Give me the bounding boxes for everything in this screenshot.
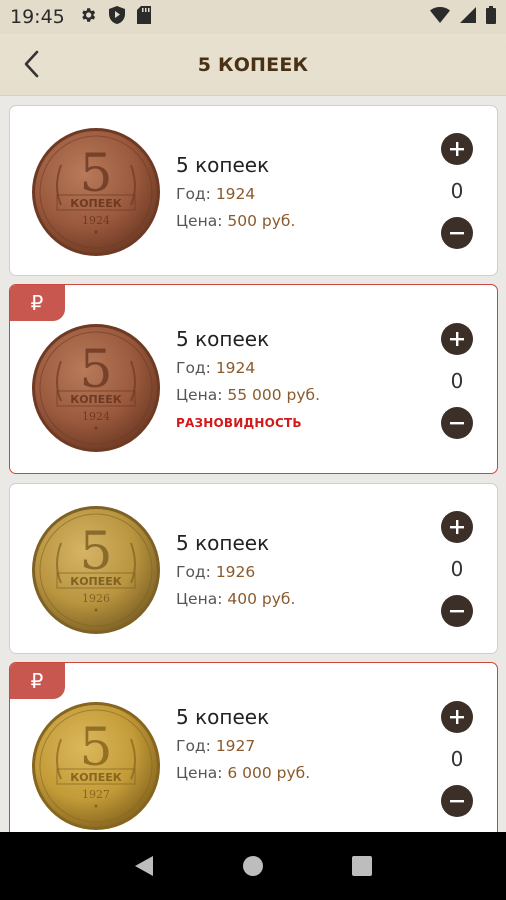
coin-price-line: Цена: 55 000 руб.	[176, 386, 320, 404]
minus-icon	[450, 422, 464, 425]
count-value: 0	[450, 369, 464, 393]
sd-card-icon	[136, 5, 151, 29]
variety-label: РАЗНОВИДНОСТЬ	[176, 416, 302, 430]
decrement-button[interactable]	[441, 595, 473, 627]
triangle-back-icon	[135, 856, 154, 876]
coin-price: 500 руб.	[227, 212, 296, 230]
svg-text:КОПЕЕК: КОПЕЕК	[70, 771, 122, 784]
shield-icon	[108, 5, 125, 29]
coin-price-line: Цена: 6 000 руб.	[176, 764, 310, 782]
coin-year: 1924	[215, 359, 256, 377]
coin-price: 55 000 руб.	[227, 386, 321, 404]
year-label: Год:	[176, 563, 211, 581]
increment-button[interactable]	[441, 511, 473, 543]
coin-image: 5 КОПЕЕК 1924	[32, 128, 160, 256]
count-value: 0	[450, 179, 464, 203]
coin-info: 5 копеек Год: 1926 Цена: 400 руб.	[176, 531, 295, 617]
battery-icon	[486, 5, 496, 29]
coin-name: 5 копеек	[176, 153, 270, 177]
year-label: Год:	[176, 737, 211, 755]
decrement-button[interactable]	[441, 407, 473, 439]
coin-name: 5 копеек	[176, 531, 270, 555]
quantity-stepper: 0	[441, 133, 473, 249]
nav-recents-button[interactable]	[342, 846, 382, 886]
rub-badge: ₽	[10, 285, 65, 321]
coin-price-line: Цена: 400 руб.	[176, 590, 295, 608]
minus-icon	[450, 232, 464, 235]
year-label: Год:	[176, 359, 211, 377]
square-recents-icon	[351, 856, 372, 876]
minus-icon	[450, 610, 464, 613]
quantity-stepper: 0	[441, 323, 473, 439]
price-label: Цена:	[176, 386, 223, 404]
system-nav-bar	[0, 832, 506, 900]
year-label: Год:	[176, 185, 211, 203]
back-button[interactable]	[14, 46, 50, 82]
coin-card[interactable]: ₽ 5 КОПЕЕК 1924 5 копеек Год: 1924 Цена:…	[9, 284, 498, 474]
rub-symbol: ₽	[30, 290, 44, 315]
price-label: Цена:	[176, 590, 223, 608]
coin-card[interactable]: 5 КОПЕЕК 1926 5 копеек Год: 1926 Цена: 4…	[9, 483, 498, 654]
coin-info: 5 копеек Год: 1927 Цена: 6 000 руб.	[176, 705, 310, 791]
coin-name: 5 копеек	[176, 327, 270, 351]
plus-icon	[450, 710, 464, 724]
quantity-stepper: 0	[441, 511, 473, 627]
rub-badge: ₽	[10, 663, 65, 699]
plus-icon	[450, 332, 464, 346]
svg-text:КОПЕЕК: КОПЕЕК	[70, 575, 122, 588]
coin-year-line: Год: 1924	[176, 359, 320, 377]
svg-text:КОПЕЕК: КОПЕЕК	[70, 197, 122, 210]
coin-year: 1927	[215, 737, 256, 755]
increment-button[interactable]	[441, 133, 473, 165]
coin-image: 5 КОПЕЕК 1927	[32, 702, 160, 830]
price-label: Цена:	[176, 212, 223, 230]
increment-button[interactable]	[441, 323, 473, 355]
nav-back-button[interactable]	[124, 846, 164, 886]
coin-info: 5 копеек Год: 1924 Цена: 500 руб.	[176, 153, 295, 239]
svg-text:1926: 1926	[82, 592, 110, 605]
wifi-icon	[430, 6, 450, 28]
coin-image: 5 КОПЕЕК 1926	[32, 506, 160, 634]
coin-year-line: Год: 1924	[176, 185, 295, 203]
gear-icon	[79, 6, 97, 29]
coin-list[interactable]: 5 КОПЕЕК 1924 5 копеек Год: 1924 Цена: 5…	[0, 96, 506, 832]
plus-icon	[450, 142, 464, 156]
coin-year: 1926	[215, 563, 256, 581]
coin-name: 5 копеек	[176, 705, 270, 729]
svg-text:1924: 1924	[82, 410, 110, 423]
rub-symbol: ₽	[30, 668, 44, 693]
coin-card[interactable]: ₽ 5 КОПЕЕК 1927 5 копеек Год: 1927 Цена:…	[9, 662, 498, 832]
minus-icon	[450, 800, 464, 803]
status-bar: 19:45	[0, 0, 506, 34]
price-label: Цена:	[176, 764, 223, 782]
status-time: 19:45	[10, 6, 65, 28]
svg-text:КОПЕЕК: КОПЕЕК	[70, 393, 122, 406]
signal-icon	[460, 6, 476, 28]
circle-home-icon	[242, 856, 263, 876]
quantity-stepper: 0	[441, 701, 473, 817]
count-value: 0	[450, 747, 464, 771]
page-title: 5 КОПЕЕК	[197, 53, 309, 76]
chevron-left-icon	[24, 50, 39, 78]
app-header: 5 КОПЕЕК	[0, 34, 506, 96]
svg-text:1927: 1927	[82, 788, 110, 801]
count-value: 0	[450, 557, 464, 581]
coin-year-line: Год: 1926	[176, 563, 295, 581]
svg-text:1924: 1924	[82, 214, 110, 227]
coin-info: 5 копеек Год: 1924 Цена: 55 000 руб. РАЗ…	[176, 327, 320, 430]
decrement-button[interactable]	[441, 217, 473, 249]
coin-price: 6 000 руб.	[227, 764, 311, 782]
coin-year-line: Год: 1927	[176, 737, 310, 755]
coin-year: 1924	[215, 185, 256, 203]
nav-home-button[interactable]	[233, 846, 273, 886]
coin-card[interactable]: 5 КОПЕЕК 1924 5 копеек Год: 1924 Цена: 5…	[9, 105, 498, 276]
increment-button[interactable]	[441, 701, 473, 733]
coin-price: 400 руб.	[227, 590, 296, 608]
coin-price-line: Цена: 500 руб.	[176, 212, 295, 230]
plus-icon	[450, 520, 464, 534]
coin-image: 5 КОПЕЕК 1924	[32, 324, 160, 452]
decrement-button[interactable]	[441, 785, 473, 817]
